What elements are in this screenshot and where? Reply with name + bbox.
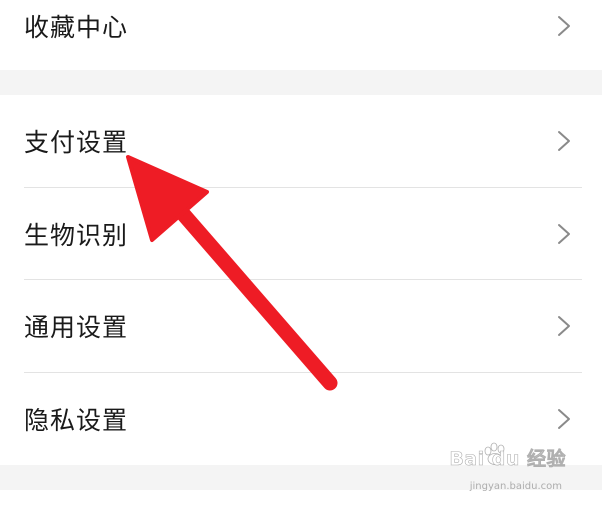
- settings-item-privacy[interactable]: 隐私设置: [0, 373, 602, 466]
- settings-screen: 收藏中心 支付设置 生物识别 通用设置 隐私设置 Bai du 经验 jingy…: [0, 0, 602, 514]
- settings-group-top: 收藏中心: [0, 0, 602, 70]
- chevron-right-icon: [558, 131, 570, 152]
- settings-group-main: 支付设置 生物识别 通用设置 隐私设置: [0, 95, 602, 465]
- chevron-right-icon: [558, 223, 570, 244]
- settings-item-label: 通用设置: [24, 313, 129, 343]
- settings-item-label: 收藏中心: [24, 13, 129, 42]
- settings-item-general[interactable]: 通用设置: [0, 280, 602, 373]
- settings-item-favorites[interactable]: 收藏中心: [0, 0, 602, 70]
- settings-item-payment[interactable]: 支付设置: [0, 95, 602, 188]
- settings-item-label: 隐私设置: [24, 405, 129, 435]
- chevron-right-icon: [558, 16, 570, 36]
- settings-item-label: 生物识别: [24, 220, 129, 250]
- chevron-right-icon: [558, 316, 570, 337]
- settings-group-bottom: [0, 490, 602, 514]
- settings-item-biometrics[interactable]: 生物识别: [0, 188, 602, 280]
- settings-item-label: 支付设置: [24, 128, 129, 158]
- chevron-right-icon: [558, 408, 570, 429]
